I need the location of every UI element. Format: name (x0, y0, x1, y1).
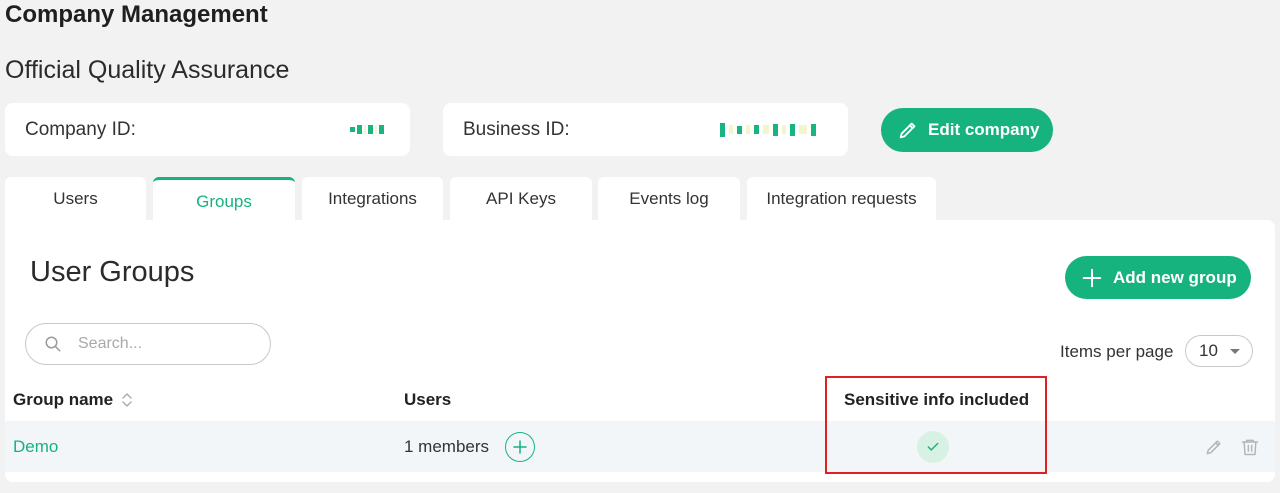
users-cell: 1 members (404, 421, 536, 472)
column-header-label: Group name (13, 390, 114, 409)
add-member-button[interactable] (505, 431, 536, 462)
tab-users[interactable]: Users (5, 177, 146, 220)
add-new-group-button[interactable]: Add new group (1065, 256, 1251, 299)
add-new-group-label: Add new group (1113, 267, 1237, 287)
items-per-page-label: Items per page (1060, 342, 1174, 361)
company-id-label: Company ID: (25, 118, 136, 140)
tab-label: Events log (629, 188, 709, 208)
group-name-cell: Demo (13, 421, 58, 472)
sensitive-info-badge (917, 430, 949, 463)
search-icon (45, 336, 61, 352)
company-id-card: Company ID: (5, 103, 410, 156)
items-per-page-value: 10 (1199, 341, 1218, 360)
plus-icon (513, 439, 527, 454)
chevron-down-icon (1230, 349, 1240, 354)
tab-integration-requests[interactable]: Integration requests (747, 177, 936, 220)
column-header-sensitive-info: Sensitive info included (844, 390, 1029, 410)
plus-icon (1082, 268, 1102, 287)
company-name: Official Quality Assurance (5, 56, 290, 84)
tab-integrations[interactable]: Integrations (302, 177, 443, 220)
column-header-group-name[interactable]: Group name (13, 390, 133, 410)
pencil-icon (1206, 439, 1221, 454)
trash-icon (1241, 439, 1259, 455)
tab-groups[interactable]: Groups (153, 177, 295, 220)
member-count: 1 members (404, 436, 490, 456)
sort-icon[interactable] (121, 392, 133, 408)
tab-label: Integrations (328, 188, 417, 208)
column-header-users: Users (404, 390, 451, 410)
column-header-label: Users (404, 390, 452, 409)
tab-api-keys[interactable]: API Keys (450, 177, 592, 220)
edit-group-button[interactable] (1204, 437, 1224, 457)
table-row: Demo 1 members (5, 421, 1275, 472)
edit-company-label: Edit company (928, 120, 1040, 139)
page-title: Company Management (5, 1, 268, 28)
section-title: User Groups (30, 256, 195, 288)
group-name-link[interactable]: Demo (13, 437, 58, 457)
business-id-label: Business ID: (463, 118, 570, 140)
sensitive-info-cell (917, 421, 949, 472)
column-header-label: Sensitive info included (844, 390, 1030, 409)
tab-label: API Keys (486, 188, 556, 208)
pencil-icon (899, 122, 916, 139)
groups-panel: User Groups Add new group Items per page… (5, 220, 1275, 482)
delete-group-button[interactable] (1240, 437, 1260, 457)
items-per-page-select[interactable]: 10 (1185, 335, 1253, 367)
tab-label: Integration requests (766, 188, 917, 208)
search-input[interactable] (76, 334, 250, 354)
check-icon (927, 442, 939, 451)
tab-label: Users (53, 188, 98, 208)
tab-events-log[interactable]: Events log (598, 177, 740, 220)
row-actions (1204, 421, 1260, 472)
business-id-card: Business ID: (443, 103, 848, 156)
search-box (25, 323, 271, 365)
tab-label: Groups (196, 191, 252, 211)
company-id-value-redacted (350, 125, 384, 134)
business-id-value-redacted (720, 122, 816, 137)
edit-company-button[interactable]: Edit company (881, 108, 1053, 152)
